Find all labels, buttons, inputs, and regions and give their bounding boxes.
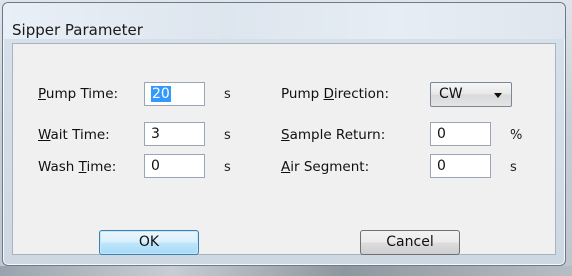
sample-return-input[interactable]: 0 (430, 122, 491, 146)
wash-time-input[interactable]: 0 (144, 154, 205, 178)
pump-direction-select[interactable]: CW (430, 82, 512, 107)
background-strip (0, 266, 572, 276)
wait-time-unit: s (224, 128, 231, 143)
sample-return-label: Sample Return: (281, 127, 386, 143)
wash-time-label: Wash Time: (38, 159, 117, 175)
wash-time-unit: s (224, 160, 231, 175)
air-segment-unit: s (510, 160, 517, 175)
title-bar[interactable]: Sipper Parameter (3, 3, 565, 39)
cancel-button[interactable]: Cancel (360, 230, 460, 255)
ok-button[interactable]: OK (99, 230, 199, 255)
pump-direction-value: CW (439, 86, 463, 102)
dialog-client-area: Pump Time: 20 s Wait Time: 3 s Wash Time… (12, 43, 556, 255)
pump-direction-label: Pump Direction: (281, 86, 390, 102)
air-segment-input[interactable]: 0 (430, 154, 491, 178)
sample-return-unit: % (510, 128, 523, 143)
pump-time-unit: s (224, 87, 231, 102)
wait-time-input[interactable]: 3 (144, 122, 205, 146)
wait-time-label: Wait Time: (38, 127, 110, 143)
pump-time-input[interactable]: 20 (144, 82, 205, 106)
sipper-parameter-dialog: Sipper Parameter Pump Time: 20 s Wait Ti… (2, 2, 566, 266)
window-title: Sipper Parameter (12, 21, 143, 39)
dropdown-arrow-icon (494, 93, 502, 98)
pump-time-label: Pump Time: (38, 86, 119, 102)
air-segment-label: Air Segment: (281, 159, 370, 175)
